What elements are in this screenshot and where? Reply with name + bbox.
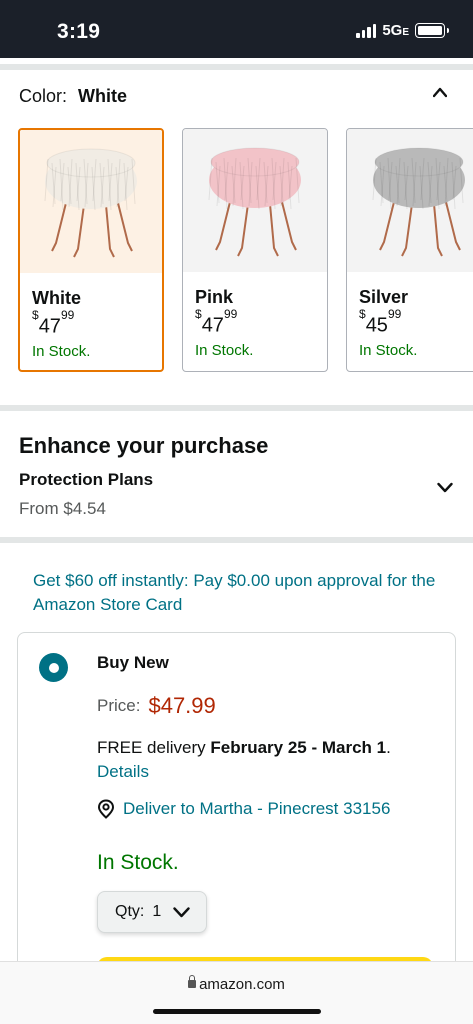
swatch-name: White bbox=[32, 288, 81, 308]
delivery-details-link[interactable]: Details bbox=[97, 760, 437, 784]
swatch-stock: In Stock. bbox=[359, 342, 418, 359]
delivery-dates: February 25 - March 1 bbox=[210, 738, 387, 757]
chevron-up-icon[interactable] bbox=[433, 86, 447, 100]
chevron-down-icon[interactable] bbox=[437, 482, 453, 494]
status-bar: 3:19 5GE bbox=[0, 0, 473, 58]
section-divider bbox=[0, 64, 473, 70]
status-indicators: 5GE bbox=[356, 22, 449, 39]
protection-plans-title[interactable]: Protection Plans bbox=[19, 470, 153, 490]
deliver-to-link[interactable]: Deliver to Martha - Pinecrest 33156 bbox=[97, 799, 390, 819]
swatch-price: $4599 bbox=[359, 307, 402, 337]
color-selected-value: White bbox=[78, 86, 128, 106]
signal-icon bbox=[356, 23, 377, 38]
buy-new-label: Buy New bbox=[97, 653, 169, 672]
swatch-name: Silver bbox=[359, 287, 409, 307]
status-time: 3:19 bbox=[57, 20, 101, 43]
color-swatch-list: White $4799 In Stock. Pink $4799 In Stoc… bbox=[18, 128, 473, 372]
swatch-stock: In Stock. bbox=[195, 342, 254, 359]
location-pin-icon bbox=[97, 799, 115, 819]
swatch-name: Pink bbox=[195, 287, 234, 307]
home-indicator[interactable] bbox=[153, 1009, 321, 1014]
section-divider bbox=[0, 405, 473, 411]
swatch-price: $4799 bbox=[195, 307, 238, 337]
battery-icon bbox=[415, 23, 449, 38]
swatch-pink[interactable]: Pink $4799 In Stock. bbox=[182, 128, 328, 372]
swatch-white[interactable]: White $4799 In Stock. bbox=[18, 128, 164, 372]
section-divider bbox=[0, 537, 473, 543]
product-image-pink bbox=[183, 129, 327, 272]
swatch-silver[interactable]: Silver $4599 In Stock. bbox=[346, 128, 473, 372]
color-label: Color: bbox=[19, 86, 68, 106]
in-stock-status: In Stock. bbox=[97, 851, 179, 874]
product-image-white bbox=[20, 130, 162, 273]
buy-box: Buy New Price: $47.99 FREE delivery Febru… bbox=[17, 632, 456, 992]
url-text: amazon.com bbox=[199, 976, 285, 993]
store-card-promo-link[interactable]: Get $60 off instantly: Pay $0.00 upon ap… bbox=[33, 569, 443, 617]
qty-value: 1 bbox=[152, 903, 162, 920]
price-label: Price: bbox=[97, 696, 141, 715]
network-indicator: 5GE bbox=[382, 22, 409, 39]
browser-url-bar[interactable]: amazon.com bbox=[0, 961, 473, 1024]
lock-icon bbox=[188, 975, 197, 988]
buy-new-radio[interactable] bbox=[39, 653, 68, 682]
price-value: $47.99 bbox=[148, 693, 216, 718]
protection-plans-price: From $4.54 bbox=[19, 499, 106, 518]
delivery-info: FREE delivery February 25 - March 1. Det… bbox=[97, 736, 437, 784]
deliver-to-text: Deliver to Martha - Pinecrest 33156 bbox=[123, 799, 391, 818]
color-heading: Color: White bbox=[19, 86, 127, 107]
chevron-down-icon bbox=[173, 906, 190, 917]
price-row: Price: $47.99 bbox=[97, 691, 216, 718]
swatch-price: $4799 bbox=[32, 308, 75, 338]
quantity-selector[interactable]: Qty: 1 bbox=[97, 891, 207, 933]
product-image-silver bbox=[347, 129, 473, 272]
swatch-stock: In Stock. bbox=[32, 343, 91, 360]
enhance-title: Enhance your purchase bbox=[19, 433, 269, 458]
url-display: amazon.com bbox=[0, 975, 473, 993]
qty-label: Qty: bbox=[115, 903, 145, 920]
